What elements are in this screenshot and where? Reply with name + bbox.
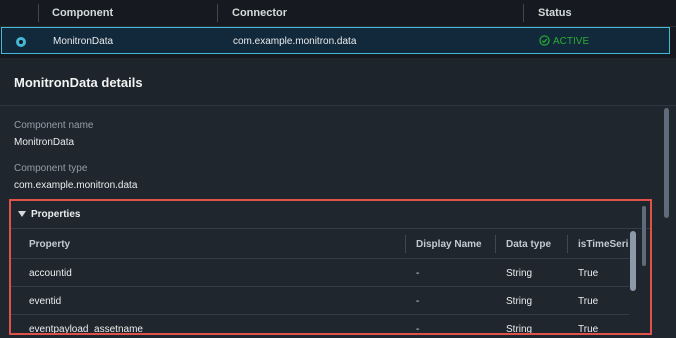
table-row: eventid - String True [11,286,629,315]
component-name-value: MonitronData [14,137,75,148]
column-header-display-name[interactable]: Display Name [416,239,482,250]
display-name: - [416,324,420,335]
column-divider[interactable] [405,235,406,253]
property-name: eventid [29,296,62,307]
column-header-component[interactable]: Component [52,7,113,19]
data-type: String [506,324,533,335]
column-header-property[interactable]: Property [29,239,70,250]
status-text: ACTIVE [553,36,590,47]
components-table-header: Component Connector Status [0,0,676,27]
details-header: MonitronData details [0,58,676,106]
property-name: eventpayload_assetname [29,324,143,335]
table-row: accountid - String True [11,258,629,287]
display-name: - [416,296,420,307]
properties-table-scrollbar[interactable] [630,231,636,291]
is-time-series: True [578,324,599,335]
status-badge: ACTIVE [539,35,589,47]
column-header-is-time-series[interactable]: isTimeSeri [578,239,628,250]
component-type-value: com.example.monitron.data [14,180,138,191]
display-name: - [416,268,420,279]
column-divider[interactable] [495,235,496,253]
details-title: MonitronData details [14,75,143,90]
column-header-connector[interactable]: Connector [232,7,287,19]
caret-down-icon[interactable] [18,211,26,217]
check-circle-icon [539,35,550,46]
column-divider[interactable] [523,4,524,22]
connector-cell: com.example.monitron.data [233,36,357,47]
details-scrollbar[interactable] [664,108,669,218]
column-divider [38,4,39,22]
component-row-selected[interactable]: MonitronData com.example.monitron.data A… [1,27,670,54]
component-name-cell: MonitronData [53,36,114,47]
properties-title[interactable]: Properties [31,209,80,220]
data-type: String [506,268,533,279]
data-type: String [506,296,533,307]
properties-outer-scrollbar[interactable] [642,206,646,266]
component-type-label: Component type [14,163,88,174]
component-name-label: Component name [14,120,94,131]
column-header-data-type[interactable]: Data type [506,239,551,250]
is-time-series: True [578,268,599,279]
properties-table-header: Property Display Name Data type isTimeSe… [11,229,629,259]
radio-selected-icon[interactable] [16,37,26,47]
column-divider[interactable] [217,4,218,22]
property-name: accountid [29,268,72,279]
table-row: eventpayload_assetname - String True [11,314,629,335]
column-header-status[interactable]: Status [538,7,572,19]
column-divider[interactable] [567,235,568,253]
is-time-series: True [578,296,599,307]
properties-section: Properties Property Display Name Data ty… [9,199,652,335]
properties-header[interactable]: Properties [11,201,650,229]
